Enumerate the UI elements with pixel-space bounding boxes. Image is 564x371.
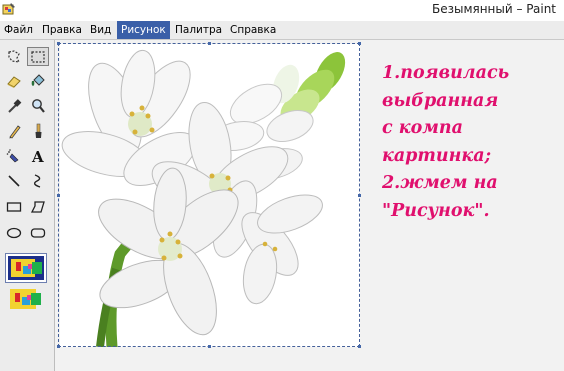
menu-help[interactable]: Справка <box>226 21 280 39</box>
opaque-selection-option[interactable] <box>5 253 47 283</box>
opaque-selection-icon <box>8 256 44 280</box>
rounded-rectangle-tool[interactable] <box>27 223 49 242</box>
selection-handle[interactable] <box>358 345 361 348</box>
fill-bucket-icon <box>31 74 45 86</box>
polygon-tool[interactable] <box>27 197 49 216</box>
curve-icon <box>33 174 41 188</box>
window-title: Безымянный – Paint <box>431 2 556 16</box>
pencil-tool[interactable] <box>3 121 25 140</box>
note-line: 2.жмем на <box>382 173 498 193</box>
menu-file[interactable]: Файл <box>0 21 37 39</box>
polygon-icon <box>30 201 45 213</box>
brush-tool[interactable] <box>27 121 49 140</box>
color-picker-icon <box>8 99 22 113</box>
menu-view[interactable]: Вид <box>86 21 115 39</box>
airbrush-tool[interactable] <box>3 146 25 165</box>
pencil-icon <box>9 125 21 139</box>
text-tool[interactable]: A <box>27 146 49 165</box>
ellipse-tool[interactable] <box>3 223 25 242</box>
selection-frame[interactable] <box>58 43 360 347</box>
menu-bar: Файл Правка Вид Рисунок Палитра Справка <box>0 21 564 40</box>
selection-handle[interactable] <box>57 42 60 45</box>
paint-app-icon <box>2 3 15 15</box>
magnifier-icon <box>32 99 45 113</box>
selection-handle[interactable] <box>57 194 60 197</box>
selection-handle[interactable] <box>358 42 361 45</box>
tool-box: A <box>0 40 55 371</box>
line-tool[interactable] <box>3 171 25 190</box>
eraser-icon <box>7 76 21 88</box>
menu-edit[interactable]: Правка <box>38 21 86 39</box>
transparent-selection-icon <box>10 289 41 309</box>
airbrush-icon <box>6 149 19 163</box>
note-line: "Рисунок". <box>382 200 490 221</box>
text-icon: A <box>31 148 44 164</box>
menu-colors[interactable]: Палитра <box>171 21 226 39</box>
note-line: выбранная <box>382 90 499 111</box>
title-bar: Безымянный – Paint <box>0 0 564 21</box>
menu-image[interactable]: Рисунок <box>117 21 170 39</box>
svg-text:A: A <box>31 148 44 164</box>
free-form-select-tool[interactable] <box>3 47 25 66</box>
note-line: 1.появилась <box>382 63 510 83</box>
brush-icon <box>35 123 42 138</box>
transparent-selection-option[interactable] <box>5 286 47 316</box>
note-line: картинка; <box>382 145 492 166</box>
note-line: с компа <box>382 118 463 138</box>
selection-handle[interactable] <box>358 194 361 197</box>
selection-handle[interactable] <box>208 345 211 348</box>
rect-select-icon <box>31 51 45 63</box>
ellipse-icon <box>6 227 22 239</box>
free-form-select-icon <box>8 50 21 63</box>
instruction-note: 1.появилась выбранная с компа картинка; … <box>382 60 562 225</box>
rectangle-tool[interactable] <box>3 197 25 216</box>
line-icon <box>8 175 20 187</box>
selection-handle[interactable] <box>57 345 60 348</box>
rounded-rectangle-icon <box>30 228 46 238</box>
eraser-tool[interactable] <box>3 71 25 90</box>
rectangle-icon <box>6 202 22 212</box>
curve-tool[interactable] <box>27 171 49 190</box>
fill-bucket-tool[interactable] <box>27 71 49 90</box>
selection-handle[interactable] <box>208 42 211 45</box>
magnifier-tool[interactable] <box>27 96 49 115</box>
rect-select-tool[interactable] <box>27 47 49 66</box>
color-picker-tool[interactable] <box>3 96 25 115</box>
